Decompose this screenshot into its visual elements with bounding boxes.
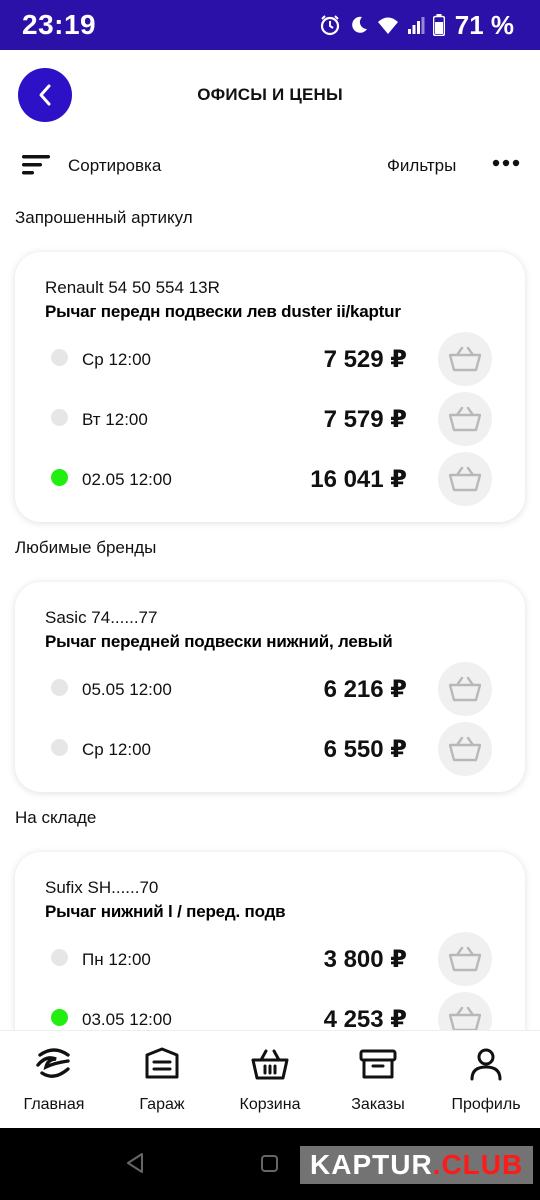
offer-card: Sasic 74......77 Рычаг передней подвески…: [15, 582, 525, 792]
card-description: Рычаг нижний l / перед. подв: [45, 902, 286, 921]
garage-icon: [145, 1047, 179, 1079]
page-header: ОФИСЫ И ЦЕНЫ: [0, 50, 540, 142]
availability-dot: [51, 349, 68, 366]
card-description: Рычаг передн подвески лев duster ii/kapt…: [45, 302, 401, 321]
system-back-icon[interactable]: [125, 1152, 145, 1174]
delivery-date: Ср 12:00: [82, 740, 151, 759]
offer-row[interactable]: Вт 12:00 7 579 ₽: [15, 390, 525, 450]
nav-item-profile[interactable]: Профиль: [432, 1031, 540, 1128]
offer-price: 6 216 ₽: [323, 676, 407, 703]
card-brand: Sasic 74......77: [45, 608, 158, 627]
delivery-date: Пн 12:00: [82, 950, 151, 969]
nav-item-garage[interactable]: Гараж: [108, 1031, 216, 1128]
basket-icon: [449, 736, 481, 762]
availability-dot: [51, 949, 68, 966]
offer-price: 6 550 ₽: [323, 736, 407, 763]
section-title-favorite-brands: Любимые бренды: [15, 538, 157, 557]
sort-filter-toolbar: Сортировка Фильтры: [0, 148, 540, 184]
more-options-icon[interactable]: [492, 158, 520, 168]
system-home-icon[interactable]: [261, 1155, 278, 1172]
delivery-date: Вт 12:00: [82, 410, 148, 429]
nav-label-garage: Гараж: [139, 1096, 185, 1113]
page-title: ОФИСЫ И ЦЕНЫ: [197, 85, 343, 104]
basket-icon: [251, 1049, 289, 1080]
delivery-date: Ср 12:00: [82, 350, 151, 369]
offer-row[interactable]: Пн 12:00 3 800 ₽: [15, 930, 525, 990]
availability-dot: [51, 469, 68, 486]
availability-dot: [51, 1009, 68, 1026]
filters-button[interactable]: Фильтры: [387, 156, 456, 176]
add-to-cart-button[interactable]: [438, 932, 492, 986]
offer-price: 7 529 ₽: [323, 346, 407, 373]
availability-dot: [51, 739, 68, 756]
offer-price: 3 800 ₽: [323, 946, 407, 973]
offer-row[interactable]: Ср 12:00 6 550 ₽: [15, 720, 525, 780]
system-navigation-bar: KAPTUR .CLUB: [0, 1128, 540, 1200]
basket-icon: [449, 1006, 481, 1030]
add-to-cart-button[interactable]: [438, 452, 492, 506]
add-to-cart-button[interactable]: [438, 662, 492, 716]
offer-price: 16 041 ₽: [310, 466, 407, 493]
main-content[interactable]: ОФИСЫ И ЦЕНЫ Сортировка Фильтры Запрошен…: [0, 50, 540, 1030]
offer-row[interactable]: 02.05 12:00 16 041 ₽: [15, 450, 525, 510]
offer-price: 4 253 ₽: [323, 1006, 407, 1030]
sort-icon[interactable]: [22, 152, 52, 178]
delivery-date: 03.05 12:00: [82, 1010, 172, 1029]
availability-dot: [51, 679, 68, 696]
nav-label-cart: Корзина: [239, 1096, 301, 1113]
battery-percent: 71 %: [454, 9, 514, 40]
profile-icon: [470, 1048, 502, 1081]
watermark-text-club: .CLUB: [432, 1149, 524, 1180]
basket-icon: [449, 346, 481, 372]
availability-dot: [51, 409, 68, 426]
alarm-icon: [320, 15, 339, 36]
do-not-disturb-moon-icon: [351, 16, 367, 33]
nav-item-cart[interactable]: Корзина: [216, 1031, 324, 1128]
offer-card: Sufix SH......70 Рычаг нижний l / перед.…: [15, 852, 525, 1030]
status-bar: 23:19 71 %: [0, 0, 540, 50]
delivery-date: 05.05 12:00: [82, 680, 172, 699]
watermark-logo: KAPTUR .CLUB: [300, 1146, 534, 1184]
watermark-text-main: KAPTUR: [310, 1149, 433, 1180]
nav-item-orders[interactable]: Заказы: [324, 1031, 432, 1128]
status-time: 23:19: [22, 9, 97, 40]
nav-label-profile: Профиль: [451, 1096, 521, 1113]
section-title-in-stock: На складе: [15, 808, 97, 827]
add-to-cart-button[interactable]: [438, 722, 492, 776]
card-description: Рычаг передней подвески нижний, левый: [45, 632, 393, 651]
home-logo-icon: [36, 1048, 70, 1078]
delivery-date: 02.05 12:00: [82, 470, 172, 489]
offer-card: Renault 54 50 554 13R Рычаг передн подве…: [15, 252, 525, 522]
wifi-icon: [377, 17, 398, 34]
offer-price: 7 579 ₽: [323, 406, 407, 433]
sort-button[interactable]: Сортировка: [68, 156, 161, 176]
basket-icon: [449, 466, 481, 492]
signal-icon: [407, 17, 425, 34]
offer-row[interactable]: 03.05 12:00 4 253 ₽: [15, 990, 525, 1030]
nav-label-orders: Заказы: [351, 1096, 405, 1113]
card-brand: Sufix SH......70: [45, 878, 159, 897]
add-to-cart-button[interactable]: [438, 332, 492, 386]
offer-row[interactable]: 05.05 12:00 6 216 ₽: [15, 660, 525, 720]
basket-icon: [449, 406, 481, 432]
basket-icon: [449, 676, 481, 702]
add-to-cart-button[interactable]: [438, 992, 492, 1030]
card-brand: Renault 54 50 554 13R: [45, 278, 220, 297]
orders-box-icon: [359, 1049, 397, 1079]
section-title-requested-part: Запрошенный артикул: [15, 208, 193, 227]
nav-label-home: Главная: [23, 1096, 85, 1113]
nav-item-home[interactable]: Главная: [0, 1031, 108, 1128]
bottom-navigation: Главная Гараж Корзина Заказы Профиль: [0, 1030, 540, 1128]
basket-icon: [449, 946, 481, 972]
battery-icon: [432, 14, 445, 36]
add-to-cart-button[interactable]: [438, 392, 492, 446]
offer-row[interactable]: Ср 12:00 7 529 ₽: [15, 330, 525, 390]
status-icons: 71 %: [319, 10, 514, 41]
